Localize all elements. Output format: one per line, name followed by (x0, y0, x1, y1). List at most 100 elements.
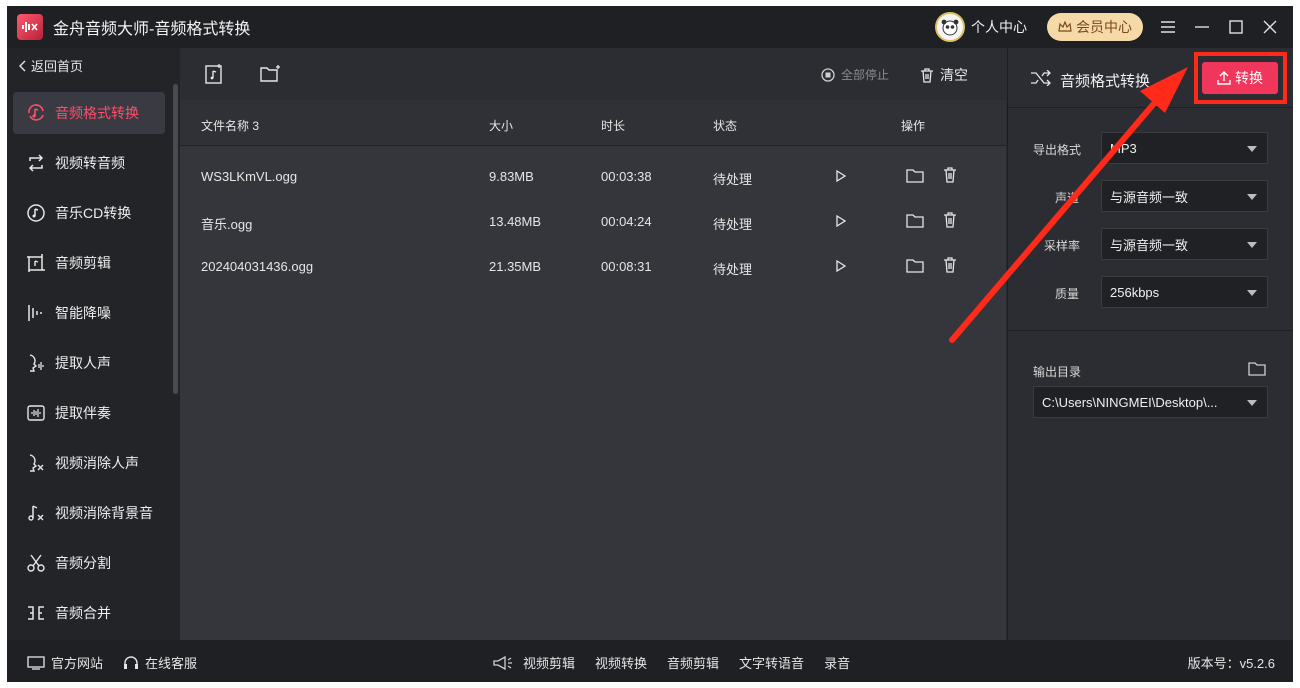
quality-value: 256kbps (1110, 284, 1160, 300)
waveform-icon (25, 302, 47, 324)
sidebar-item-audio-format-convert[interactable]: 音频格式转换 (13, 92, 165, 134)
open-folder-icon[interactable] (905, 165, 925, 185)
output-dir-select[interactable]: C:\Users\NINGMEI\Desktop\... (1033, 386, 1268, 418)
menu-icon[interactable] (1159, 18, 1177, 36)
output-dir-value: C:\Users\NINGMEI\Desktop\... (1042, 394, 1218, 410)
annotation-highlight-box (1194, 52, 1287, 104)
file-status: 待处理 (713, 262, 753, 277)
settings-title: 音频格式转换 (1060, 73, 1151, 90)
delete-icon[interactable] (940, 210, 960, 230)
cd-icon (25, 202, 47, 224)
add-folder-icon[interactable] (258, 62, 282, 86)
file-status: 待处理 (713, 217, 753, 232)
sidebar-item-extract-voice[interactable]: 提取人声 (13, 342, 165, 384)
folder-icon[interactable] (1248, 361, 1266, 376)
add-file-icon[interactable] (202, 62, 226, 86)
play-icon[interactable] (835, 169, 849, 184)
export-format-label: 导出格式 (1033, 143, 1082, 157)
table-row[interactable]: 202404031436.ogg 21.35MB 00:08:31 待处理 (180, 243, 1006, 288)
maximize-icon[interactable] (1227, 18, 1245, 36)
sidebar-item-noise-reduction[interactable]: 智能降噪 (13, 292, 165, 334)
official-website-label: 官方网站 (51, 656, 104, 671)
vip-center-button[interactable]: 会员中心 (1047, 13, 1143, 41)
sidebar-item-label: 音频剪辑 (55, 255, 111, 271)
open-folder-icon[interactable] (905, 210, 925, 230)
music-edit-icon (25, 252, 47, 274)
file-name: 音乐.ogg (201, 217, 253, 232)
stop-all-button[interactable]: 全部停止 (821, 66, 889, 83)
footer-link-audio-edit[interactable]: 音频剪辑 (667, 653, 719, 672)
dropdown-arrow-icon (1247, 194, 1257, 200)
version-info: 版本号：v5.2.6 (1188, 653, 1275, 672)
sidebar-item-video-remove-voice[interactable]: 视频消除人声 (13, 442, 165, 484)
monitor-icon (27, 655, 45, 670)
footer-link-video-convert[interactable]: 视频转换 (595, 653, 647, 672)
music-convert-icon (25, 102, 47, 124)
app-logo-icon (17, 14, 43, 40)
crown-icon (1058, 21, 1072, 32)
table-row[interactable]: WS3LKmVL.ogg 9.83MB 00:03:38 待处理 (180, 153, 1006, 198)
file-size: 13.48MB (489, 214, 542, 229)
close-icon[interactable] (1261, 18, 1279, 36)
version-label: 版本号：v5.2.6 (1187, 656, 1275, 671)
dropdown-arrow-icon (1247, 242, 1257, 248)
megaphone-icon (493, 655, 512, 670)
play-icon[interactable] (835, 259, 849, 274)
dropdown-arrow-icon (1247, 290, 1257, 296)
official-website-link[interactable]: 官方网站 (27, 653, 103, 672)
clear-label: 清空 (940, 67, 968, 83)
online-support-link[interactable]: 在线客服 (123, 653, 197, 672)
channel-label: 声道 (1055, 191, 1080, 205)
table-header: 文件名称 3 大小 时长 状态 操作 (180, 100, 1006, 146)
voice-icon (25, 352, 47, 374)
delete-icon[interactable] (940, 255, 960, 275)
app-window: 金舟音频大师-音频格式转换 个人中心 会员中心 返回首页 音频格式转换 视频转音… (7, 6, 1293, 682)
file-duration: 00:08:31 (601, 259, 652, 274)
settings-header: 音频格式转换 转换 (1008, 48, 1293, 108)
sample-rate-value: 与源音频一致 (1110, 237, 1189, 253)
sidebar-item-music-cd[interactable]: 音乐CD转换 (13, 192, 165, 234)
table-row[interactable]: 音乐.ogg 13.48MB 00:04:24 待处理 (180, 198, 1006, 243)
headset-icon (124, 655, 138, 669)
sidebar-item-extract-accompaniment[interactable]: 提取伴奏 (13, 392, 165, 434)
sidebar-item-label: 视频消除人声 (55, 455, 139, 471)
sidebar-item-label: 音乐CD转换 (55, 205, 132, 221)
file-size: 21.35MB (489, 259, 542, 274)
footer-link-text-to-speech[interactable]: 文字转语音 (739, 653, 804, 672)
sidebar-item-video-remove-bgm[interactable]: 视频消除背景音 (13, 492, 165, 534)
personal-center-link[interactable]: 个人中心 (971, 17, 1027, 37)
open-folder-icon[interactable] (905, 255, 925, 275)
footer-bar: 官方网站 在线客服 视频剪辑 视频转换 音频剪辑 文字转语音 录音 版本号：v5… (7, 640, 1293, 682)
trash-icon (921, 67, 933, 83)
panel-divider (1008, 330, 1293, 331)
quality-label: 质量 (1055, 287, 1080, 301)
chevron-left-icon (19, 60, 26, 71)
file-size: 9.83MB (489, 169, 534, 184)
sidebar-item-audio-split[interactable]: 音频分割 (13, 542, 165, 584)
sidebar-scrollbar[interactable] (173, 84, 178, 394)
delete-icon[interactable] (940, 165, 960, 185)
stop-all-label: 全部停止 (841, 68, 890, 82)
sample-rate-select[interactable]: 与源音频一致 (1101, 228, 1268, 260)
col-size-header: 大小 (489, 119, 514, 133)
quality-select[interactable]: 256kbps (1101, 276, 1268, 308)
sidebar-item-audio-edit[interactable]: 音频剪辑 (13, 242, 165, 284)
file-status: 待处理 (713, 172, 753, 187)
shuffle-icon (1031, 70, 1051, 86)
footer-link-record[interactable]: 录音 (824, 653, 850, 672)
file-duration: 00:04:24 (601, 214, 652, 229)
sidebar-item-video-to-audio[interactable]: 视频转音频 (13, 142, 165, 184)
channel-select[interactable]: 与源音频一致 (1101, 180, 1268, 212)
back-home-link[interactable]: 返回首页 (19, 56, 83, 75)
export-format-value: MP3 (1110, 140, 1137, 156)
footer-link-video-edit[interactable]: 视频剪辑 (523, 653, 575, 672)
clear-button[interactable]: 清空 (920, 65, 968, 85)
col-duration-header: 时长 (601, 119, 626, 133)
user-avatar[interactable] (935, 12, 965, 42)
play-icon[interactable] (835, 214, 849, 229)
minimize-icon[interactable] (1193, 18, 1211, 36)
export-format-select[interactable]: MP3 (1101, 132, 1268, 164)
sidebar-item-label: 视频消除背景音 (55, 505, 153, 521)
sidebar-item-audio-merge[interactable]: 音频合并 (13, 592, 165, 634)
sidebar: 返回首页 音频格式转换 视频转音频 音乐CD转换 音频剪辑 智能降噪 提取人声 … (7, 48, 180, 640)
